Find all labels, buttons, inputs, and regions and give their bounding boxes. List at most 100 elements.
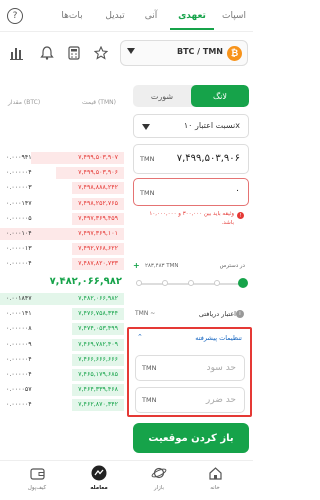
bid-amount: ۰.۰۰۰۰۰۹	[6, 340, 32, 348]
collateral-value: ۰	[235, 186, 240, 196]
tab-convert[interactable]: تبدیل	[100, 6, 130, 26]
chart-icon[interactable]	[6, 42, 28, 64]
price-value: ۷,۴۹۹,۵۰۳,۹۰۶	[176, 153, 240, 164]
ask-price: ۷,۴۹۸,۸۸۸,۲۴۲	[78, 184, 118, 192]
advanced-settings: ⌃ تنظیمات پیشرفته TMN حد سود TMN حد ضرر	[127, 327, 252, 417]
calculator-icon[interactable]	[63, 42, 85, 64]
deposit-plus-icon[interactable]: +	[133, 261, 140, 270]
bid-price: ۷,۴۶۵,۱۷۹,۶۸۵	[78, 371, 118, 378]
price-input[interactable]: TMN ۷,۴۹۹,۵۰۳,۹۰۶	[133, 144, 249, 174]
ask-row[interactable]: ۰.۰۰۰۱۴۷ ۷,۴۹۸,۲۵۲,۷۶۵	[0, 197, 124, 210]
bid-amount: ۰.۰۰۰۰۰۴	[6, 371, 32, 378]
star-icon[interactable]	[90, 42, 112, 64]
ask-amount: ۰.۰۰۰۱۰۴	[6, 230, 32, 237]
tab-spot[interactable]: اسپات	[218, 6, 250, 26]
ask-amount: ۰.۰۰۰۰۰۴	[6, 260, 32, 268]
ask-row[interactable]: ۰.۰۰۰۰۰۵ ۷,۴۹۷,۳۶۹,۴۵۹	[0, 212, 124, 225]
nav-home[interactable]: خانه	[190, 461, 240, 500]
chevron-up-icon[interactable]: ⌃	[137, 333, 143, 341]
ask-price: ۷,۴۹۲,۷۶۸,۶۲۲	[78, 245, 118, 253]
slider-tick[interactable]	[188, 280, 194, 286]
bid-amount: ۰.۰۰۰۰۰۴	[6, 355, 32, 363]
ask-amount: ۰.۰۰۰۱۴۷	[6, 199, 32, 207]
leverage-label: نسبت اعتبار ۱۰x	[183, 121, 240, 130]
ask-row[interactable]: ۰.۰۰۰۹۴۱ ۷,۴۹۹,۵۰۳,۹۰۷	[0, 152, 124, 164]
bid-amount: ۰.۰۰۰۰۰۴	[6, 401, 32, 409]
bid-row[interactable]: ۰.۰۰۰۰۰۴ ۷,۴۶۶,۶۶۶,۶۶۶	[0, 353, 124, 366]
bid-row[interactable]: ۰.۰۰۰۰۵۷ ۷,۴۶۴,۳۳۹,۴۶۸	[0, 384, 124, 397]
bid-amount: ۰.۰۰۰۰۰۸	[6, 325, 32, 333]
app-root: ? بات‌ها تبدیل آنی تعهدی اسپات BTC / TMN…	[0, 0, 253, 500]
collateral-error: وثیقه باید بین ۳۰۰,۰۰۰ و ۱۰,۰۰۰,۰۰۰ باشد…	[149, 211, 234, 226]
side-toggle: شورت لانگ	[133, 85, 249, 107]
bid-price: ۷,۴۶۶,۶۶۶,۶۶۶	[78, 355, 118, 363]
price-column-header: قیمت (TMN)	[82, 99, 116, 106]
bid-row[interactable]: ۰.۰۰۱۸۴۷ ۷,۴۸۲,۰۶۶,۹۸۲	[0, 293, 124, 305]
slider-tick[interactable]	[162, 280, 168, 286]
ask-price: ۷,۴۹۷,۳۶۹,۴۵۹	[78, 214, 118, 222]
short-button[interactable]: شورت	[133, 85, 191, 107]
ask-price: ۷,۴۹۹,۵۰۳,۹۰۷	[78, 154, 118, 161]
bid-price: ۷,۴۶۹,۷۸۲,۴۰۹	[78, 340, 118, 348]
stop-loss-placeholder: حد ضرر	[205, 395, 236, 405]
nav-wallet[interactable]: کیف‌پول	[12, 461, 62, 500]
credit-value: TMN ~	[135, 310, 156, 317]
bid-row[interactable]: ۰.۰۰۰۰۰۸ ۷,۴۷۴,۰۵۳,۴۹۹	[0, 323, 124, 336]
stop-loss-input[interactable]: TMN حد ضرر	[135, 387, 245, 413]
take-profit-placeholder: حد سود	[206, 363, 236, 373]
ask-price: ۷,۴۹۹,۵۰۳,۹۰۶	[78, 169, 118, 177]
ask-amount: ۰.۰۰۰۰۰۵	[6, 214, 32, 222]
bid-price: ۷,۴۷۶,۷۵۸,۳۴۴	[78, 310, 118, 318]
pair-label: BTC / TMN	[176, 47, 223, 56]
slider-thumb[interactable]	[238, 278, 248, 288]
bid-row[interactable]: ۰.۰۰۰۱۴۱ ۷,۴۷۶,۷۵۸,۳۴۴	[0, 308, 124, 321]
long-button[interactable]: لانگ	[191, 85, 249, 107]
ask-amount: ۰.۰۰۰۰۰۴	[6, 169, 32, 177]
planet-icon	[151, 465, 167, 481]
ask-price: ۷,۴۹۷,۳۶۹,۱۰۱	[78, 230, 118, 237]
advanced-settings-toggle[interactable]: تنظیمات پیشرفته	[195, 334, 242, 342]
pair-selector[interactable]: BTC / TMN ₿	[120, 40, 248, 66]
slider-tick[interactable]	[214, 280, 220, 286]
bid-amount: ۰.۰۰۰۱۴۱	[6, 310, 32, 318]
ask-amount: ۰.۰۰۰۹۴۱	[6, 154, 32, 161]
chevron-down-icon	[127, 48, 135, 54]
active-tab-indicator	[170, 28, 214, 30]
available-label: در دسترس	[219, 263, 245, 269]
nav-label: خانه	[210, 485, 220, 491]
take-profit-input[interactable]: TMN حد سود	[135, 355, 245, 381]
tab-instant[interactable]: آنی	[140, 6, 162, 26]
ask-row[interactable]: ۰.۰۰۰۰۰۴ ۷,۴۸۷,۸۲۰,۷۳۳	[0, 258, 124, 271]
tab-bots[interactable]: بات‌ها	[52, 6, 92, 26]
ask-row[interactable]: ۰.۰۰۰۰۰۴ ۷,۴۹۹,۵۰۳,۹۰۶	[0, 167, 124, 180]
bid-row[interactable]: ۰.۰۰۰۰۰۴ ۷,۴۶۲,۸۷۰,۳۴۲	[0, 399, 124, 412]
bitcoin-icon: ₿	[227, 46, 242, 61]
collateral-input[interactable]: TMN ۰	[133, 178, 249, 206]
help-icon[interactable]: ?	[7, 8, 23, 24]
bid-row[interactable]: ۰.۰۰۰۰۰۴ ۷,۴۶۵,۱۷۹,۶۸۵	[0, 369, 124, 381]
ask-row[interactable]: ۰.۰۰۰۱۰۴ ۷,۴۹۷,۳۶۹,۱۰۱	[0, 228, 124, 240]
nav-market[interactable]: بازار	[134, 461, 184, 500]
wallet-icon	[29, 465, 45, 481]
bid-row[interactable]: ۰.۰۰۰۰۰۹ ۷,۴۶۹,۷۸۲,۴۰۹	[0, 338, 124, 351]
open-position-button[interactable]: باز کردن موقعیت	[133, 423, 249, 453]
stop-loss-unit: TMN	[142, 396, 157, 404]
ask-amount: ۰.۰۰۰۰۰۳	[6, 184, 32, 192]
ask-row[interactable]: ۰.۰۰۰۰۱۳ ۷,۴۹۲,۷۶۸,۶۲۲	[0, 243, 124, 256]
home-icon	[207, 465, 223, 481]
bid-amount: ۰.۰۰۰۰۵۷	[6, 386, 32, 394]
chevron-down-icon	[142, 124, 150, 130]
slider-tick[interactable]	[136, 280, 142, 286]
ask-row[interactable]: ۰.۰۰۰۰۰۳ ۷,۴۹۸,۸۸۸,۲۴۲	[0, 182, 124, 195]
error-icon: !	[237, 212, 244, 219]
amount-column-header: مقدار (BTC)	[8, 99, 41, 106]
bell-icon[interactable]	[36, 42, 58, 64]
leverage-select[interactable]: نسبت اعتبار ۱۰x	[133, 114, 249, 138]
nav-label: بازار	[153, 485, 165, 491]
nav-trade[interactable]: معامله	[74, 461, 124, 500]
trade-icon	[91, 465, 107, 481]
tab-margin[interactable]: تعهدی	[170, 6, 214, 26]
ask-price: ۷,۴۸۷,۸۲۰,۷۳۳	[78, 260, 118, 268]
ask-amount: ۰.۰۰۰۰۱۳	[6, 245, 32, 253]
info-icon[interactable]: i	[236, 310, 244, 318]
